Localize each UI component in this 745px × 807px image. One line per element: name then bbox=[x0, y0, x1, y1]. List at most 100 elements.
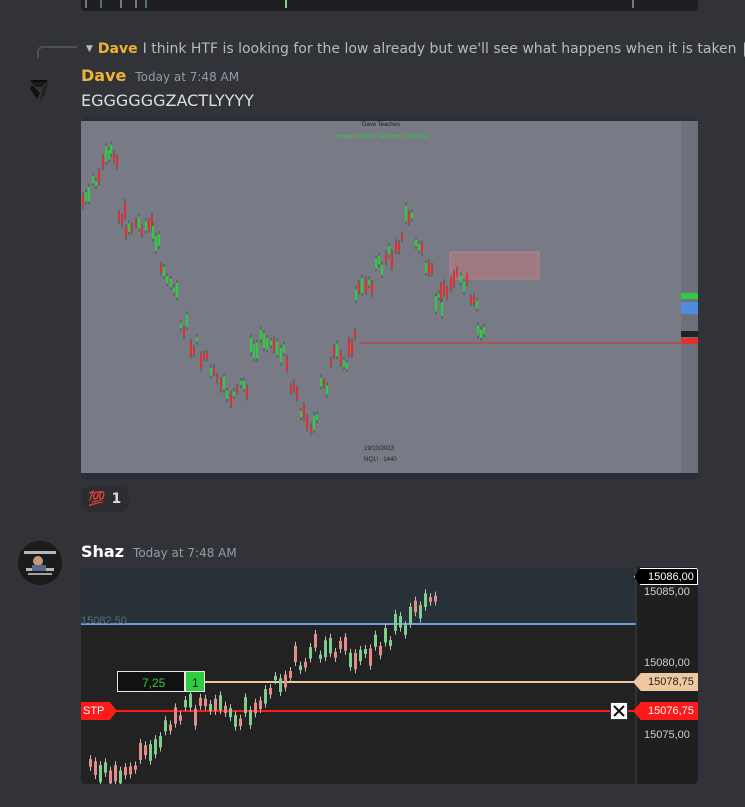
candle-body bbox=[273, 338, 275, 351]
candle-body bbox=[446, 288, 448, 298]
reply-text[interactable]: I think HTF is looking for the low alrea… bbox=[143, 41, 737, 57]
candle-body bbox=[453, 272, 455, 286]
reply-avatar-icon: ▼ bbox=[86, 44, 93, 54]
candle-body bbox=[144, 745, 147, 756]
timestamp[interactable]: Today at 7:48 AM bbox=[133, 546, 237, 560]
reply-preview[interactable]: ▼ Dave I think HTF is looking for the lo… bbox=[86, 38, 745, 60]
candle-body bbox=[324, 640, 327, 658]
candle-body bbox=[405, 205, 407, 222]
candle-body bbox=[415, 239, 417, 247]
candle-body bbox=[418, 243, 420, 251]
candle-body bbox=[431, 265, 433, 274]
author-name[interactable]: Shaz bbox=[81, 542, 124, 561]
candle-body bbox=[329, 637, 332, 654]
candle-body bbox=[200, 354, 202, 369]
position-price: 15078,75 bbox=[648, 676, 694, 688]
candle-body bbox=[365, 279, 367, 292]
candle-body bbox=[381, 264, 383, 276]
chart-image-attachment[interactable]: Dave Teaches Strategy: 4800R% · Net Prof… bbox=[81, 116, 698, 480]
candle-body bbox=[344, 637, 347, 651]
candle-body bbox=[254, 702, 257, 714]
candle-body bbox=[296, 388, 298, 399]
candle-body bbox=[206, 353, 208, 359]
author-name[interactable]: Dave bbox=[81, 66, 126, 85]
candle-body bbox=[174, 707, 177, 724]
candle-body bbox=[340, 353, 342, 364]
previous-attachment[interactable] bbox=[81, 0, 698, 11]
candle-body bbox=[105, 146, 107, 162]
candle-body bbox=[121, 216, 123, 225]
candle-body bbox=[279, 678, 282, 692]
candle-body bbox=[419, 605, 422, 619]
candle-body bbox=[108, 150, 110, 160]
candle-body bbox=[250, 337, 252, 353]
stop-order-tag[interactable]: STP bbox=[81, 702, 117, 720]
candle-body bbox=[243, 380, 245, 390]
avatar[interactable] bbox=[18, 541, 62, 585]
candle-body bbox=[128, 223, 130, 233]
candle-body bbox=[348, 339, 350, 355]
candle-body bbox=[346, 362, 348, 370]
chart-image-attachment[interactable]: 15082,50 15086,00 15085,00 15080,00 1507… bbox=[81, 567, 698, 784]
message-header: Dave Today at 7:48 AM bbox=[81, 66, 239, 85]
candle-body bbox=[95, 181, 97, 186]
candle-body bbox=[229, 708, 232, 718]
candle-body bbox=[306, 416, 308, 429]
reply-author[interactable]: Dave bbox=[98, 41, 138, 57]
candle-body bbox=[155, 235, 157, 252]
candle-body bbox=[264, 689, 267, 704]
candle-body bbox=[336, 343, 338, 357]
timestamp[interactable]: Today at 7:48 AM bbox=[135, 70, 239, 84]
shaz-avatar-icon bbox=[18, 541, 62, 585]
candle-body bbox=[434, 595, 437, 602]
candle-body bbox=[169, 724, 172, 731]
candle-body bbox=[438, 293, 440, 298]
candle-body bbox=[473, 295, 475, 304]
candle-body bbox=[303, 405, 305, 419]
candle-body bbox=[299, 665, 302, 671]
candle-body bbox=[401, 234, 403, 240]
reaction-100[interactable]: 💯 1 bbox=[81, 486, 129, 512]
candle-body bbox=[260, 329, 262, 340]
avatar[interactable] bbox=[18, 68, 60, 110]
candle-body bbox=[300, 411, 302, 418]
candle-body bbox=[399, 616, 402, 628]
position-qty-box[interactable]: 1 bbox=[185, 671, 205, 692]
candle-body bbox=[276, 341, 278, 355]
candle-body bbox=[184, 700, 187, 708]
cancel-order-button[interactable] bbox=[610, 702, 628, 720]
position-value-box[interactable]: 7,25 bbox=[117, 671, 185, 692]
candle-body bbox=[330, 359, 332, 366]
reaction-count: 1 bbox=[111, 491, 122, 507]
candle-body bbox=[375, 258, 377, 269]
candle-body bbox=[379, 645, 382, 656]
candle-body bbox=[483, 326, 485, 334]
current-price-tag: 15086,00 bbox=[634, 568, 698, 585]
candle-body bbox=[313, 415, 315, 431]
candle-body bbox=[160, 264, 162, 273]
candle-body bbox=[213, 367, 215, 374]
candle-body bbox=[114, 765, 117, 782]
candle-body bbox=[333, 347, 335, 356]
candle-body bbox=[186, 314, 188, 327]
candle-body bbox=[256, 342, 258, 359]
candle-body bbox=[253, 343, 255, 359]
candle-body bbox=[359, 649, 362, 662]
candle-body bbox=[388, 245, 390, 255]
candle-body bbox=[384, 627, 387, 643]
candle-body bbox=[371, 282, 373, 295]
price-axis[interactable]: 15086,00 15085,00 15080,00 15075,00 1507… bbox=[632, 567, 698, 784]
stop-label: STP bbox=[83, 705, 105, 717]
candle-body bbox=[148, 220, 150, 230]
candle-body bbox=[421, 243, 423, 254]
hundred-points-emoji-icon: 💯 bbox=[88, 491, 106, 507]
candle-body bbox=[234, 715, 237, 727]
candle-body bbox=[209, 703, 212, 711]
position-qty: 1 bbox=[192, 676, 199, 690]
candle-body bbox=[131, 225, 133, 232]
position-value: 7,25 bbox=[142, 676, 166, 690]
candle-body bbox=[179, 715, 182, 721]
candle-body bbox=[210, 367, 212, 376]
close-icon bbox=[613, 705, 625, 717]
candle-body bbox=[274, 675, 277, 681]
